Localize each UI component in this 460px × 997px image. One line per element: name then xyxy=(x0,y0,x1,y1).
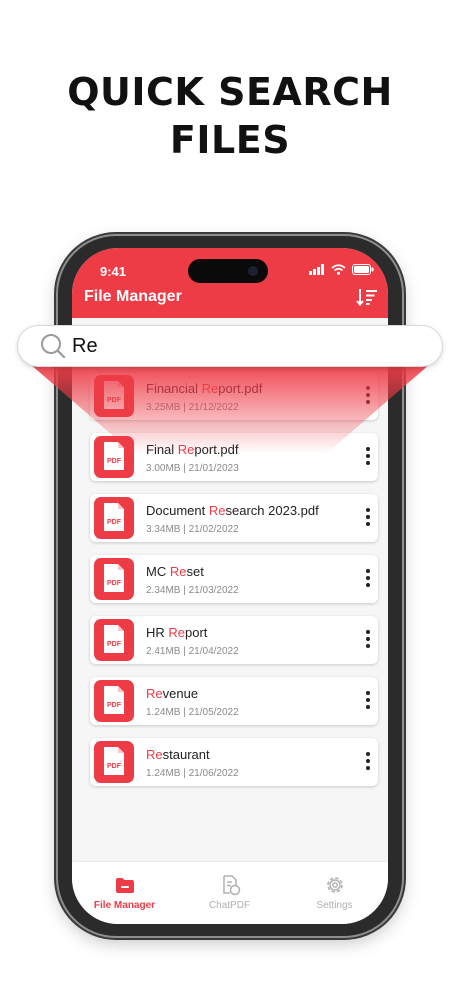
pdf-file-icon: PDF xyxy=(104,503,124,531)
meta-separator: | xyxy=(180,646,189,657)
more-options-icon[interactable] xyxy=(364,447,372,467)
app-bar: 9:41 File Manager xyxy=(72,248,388,318)
file-size: 3.34MB xyxy=(146,524,181,535)
file-date: 21/04/2022 xyxy=(188,646,239,657)
pdf-label: PDF xyxy=(107,763,122,770)
file-name-suffix: staurant xyxy=(162,747,210,762)
file-date: 21/03/2022 xyxy=(188,585,239,596)
nav-file-manager[interactable]: File Manager xyxy=(72,862,177,924)
headline: QUICK SEARCH FILES xyxy=(0,68,460,164)
file-name: Document Research 2023.pdf xyxy=(146,503,319,518)
status-icons xyxy=(309,264,374,275)
pdf-label: PDF xyxy=(107,641,122,648)
meta-separator: | xyxy=(180,585,189,596)
more-options-icon[interactable] xyxy=(364,508,372,528)
meta-separator: | xyxy=(180,463,189,474)
file-name: MC Reset xyxy=(146,564,204,579)
file-date: 21/02/2022 xyxy=(188,524,239,535)
gear-icon xyxy=(327,877,343,893)
pdf-thumbnail: PDF xyxy=(94,558,134,600)
file-name-prefix: Document xyxy=(146,503,209,518)
pdf-thumbnail: PDF xyxy=(94,497,134,539)
more-options-icon[interactable] xyxy=(364,691,372,711)
meta-separator: | xyxy=(180,524,189,535)
file-name-suffix: port xyxy=(185,625,208,640)
pdf-file-icon: PDF xyxy=(104,747,124,775)
file-size: 3.00MB xyxy=(146,463,181,474)
file-name-match: Re xyxy=(146,686,163,701)
app-title: File Manager xyxy=(84,288,182,305)
pdf-label: PDF xyxy=(107,580,122,587)
file-name-match: Re xyxy=(169,564,187,579)
bottom-nav: File Manager ChatPDF Settings xyxy=(72,862,388,924)
search-input[interactable] xyxy=(72,332,412,360)
file-name-match: Re xyxy=(208,503,226,518)
pdf-label: PDF xyxy=(107,702,122,709)
pdf-thumbnail: PDF xyxy=(94,680,134,722)
chat-document-icon xyxy=(223,875,241,896)
file-date: 21/06/2022 xyxy=(188,768,239,779)
nav-chatpdf[interactable]: ChatPDF xyxy=(177,862,282,924)
headline-line-2: FILES xyxy=(169,118,291,162)
file-size: 1.24MB xyxy=(146,768,181,779)
file-meta: 1.24MB | 21/06/2022 xyxy=(146,768,239,779)
file-name-match: Re xyxy=(168,625,186,640)
pdf-file-icon: PDF xyxy=(104,686,124,714)
pdf-thumbnail: PDF xyxy=(94,619,134,661)
meta-separator: | xyxy=(180,768,189,779)
file-date: 21/01/2023 xyxy=(188,463,239,474)
file-card[interactable]: PDF Revenue 1.24MB | 21/05/2022 xyxy=(90,677,378,725)
file-name-suffix: venue xyxy=(162,686,199,701)
file-name-prefix: HR xyxy=(146,625,169,640)
file-name-suffix: search 2023.pdf xyxy=(225,503,319,518)
nav-settings-label: Settings xyxy=(316,900,353,911)
file-meta: 2.41MB | 21/04/2022 xyxy=(146,646,239,657)
search-bar[interactable] xyxy=(18,326,442,366)
dynamic-island xyxy=(188,259,268,283)
pdf-thumbnail: PDF xyxy=(94,741,134,783)
file-meta: 2.34MB | 21/03/2022 xyxy=(146,585,239,596)
file-name: Restaurant xyxy=(146,747,210,762)
file-name-match: Re xyxy=(146,747,163,762)
file-card[interactable]: PDF Document Research 2023.pdf 3.34MB | … xyxy=(90,494,378,542)
sort-icon[interactable] xyxy=(356,288,378,306)
status-time: 9:41 xyxy=(100,264,127,279)
pdf-file-icon: PDF xyxy=(104,625,124,653)
pdf-file-icon: PDF xyxy=(104,564,124,592)
nav-chatpdf-label: ChatPDF xyxy=(208,900,251,911)
file-name-prefix: MC xyxy=(146,564,170,579)
file-size: 1.24MB xyxy=(146,707,181,718)
file-meta: 3.00MB | 21/01/2023 xyxy=(146,463,239,474)
folder-icon xyxy=(116,878,134,893)
file-name-suffix: set xyxy=(186,564,204,579)
pdf-file-icon: PDF xyxy=(104,442,124,470)
nav-file-manager-label: File Manager xyxy=(93,900,156,911)
pdf-label: PDF xyxy=(107,458,122,465)
search-icon xyxy=(41,334,66,359)
more-options-icon[interactable] xyxy=(364,569,372,589)
pdf-label: PDF xyxy=(107,519,122,526)
meta-separator: | xyxy=(180,707,189,718)
file-meta: 3.34MB | 21/02/2022 xyxy=(146,524,239,535)
file-name: HR Report xyxy=(146,625,207,640)
headline-line-1: QUICK SEARCH xyxy=(67,70,393,114)
more-options-icon[interactable] xyxy=(364,752,372,772)
file-size: 2.41MB xyxy=(146,646,181,657)
wifi-icon xyxy=(331,264,346,275)
file-date: 21/05/2022 xyxy=(188,707,239,718)
file-card[interactable]: PDF HR Report 2.41MB | 21/04/2022 xyxy=(90,616,378,664)
more-options-icon[interactable] xyxy=(364,630,372,650)
file-size: 2.34MB xyxy=(146,585,181,596)
signal-icon xyxy=(309,264,324,275)
file-card[interactable]: PDF MC Reset 2.34MB | 21/03/2022 xyxy=(90,555,378,603)
file-name: Revenue xyxy=(146,686,198,701)
nav-settings[interactable]: Settings xyxy=(282,862,387,924)
file-card[interactable]: PDF Restaurant 1.24MB | 21/06/2022 xyxy=(90,738,378,786)
battery-icon xyxy=(352,264,374,275)
file-meta: 1.24MB | 21/05/2022 xyxy=(146,707,239,718)
